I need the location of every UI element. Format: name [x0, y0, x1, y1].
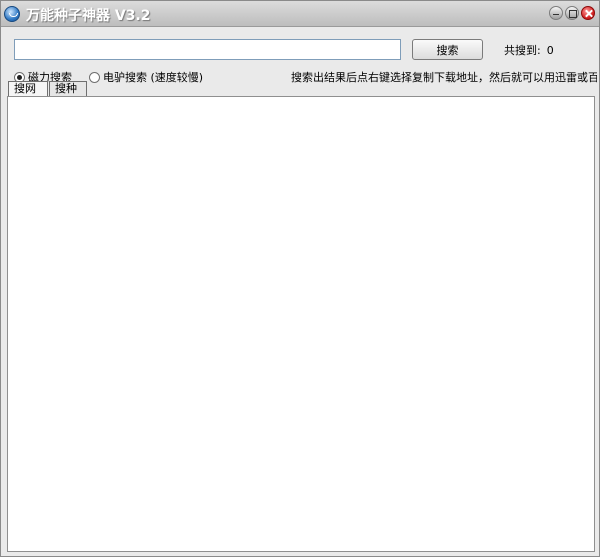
- window-title: 万能种子神器 V3.2: [26, 8, 151, 24]
- edonkey-search-label: 电驴搜索 (速度较慢): [103, 71, 204, 84]
- result-count-value: 0: [546, 44, 554, 57]
- results-panel[interactable]: [7, 96, 595, 552]
- app-window: 万能种子神器 V3.2 搜索 共搜到: 0 磁力搜索 电驴搜索 (速度较慢) 搜索…: [0, 0, 600, 557]
- app-icon: [4, 6, 20, 22]
- maximize-icon[interactable]: [565, 6, 579, 20]
- close-icon[interactable]: [581, 6, 595, 20]
- radio-button-icon[interactable]: [89, 71, 100, 83]
- result-count: 共搜到: 0: [498, 42, 554, 58]
- minimize-icon[interactable]: [549, 6, 563, 20]
- search-input[interactable]: [14, 39, 401, 60]
- tab-search-sites[interactable]: 搜网站: [8, 81, 48, 109]
- tab-search-torrents[interactable]: 搜种子: [49, 81, 87, 109]
- search-button[interactable]: 搜索: [412, 39, 483, 60]
- title-bar[interactable]: 万能种子神器 V3.2: [1, 1, 599, 27]
- result-count-label: 共搜到:: [504, 44, 541, 57]
- edonkey-search-radio[interactable]: 电驴搜索 (速度较慢): [89, 69, 203, 85]
- usage-hint: 搜索出结果后点右键选择复制下载地址，然后就可以用迅雷或百度云: [291, 71, 597, 83]
